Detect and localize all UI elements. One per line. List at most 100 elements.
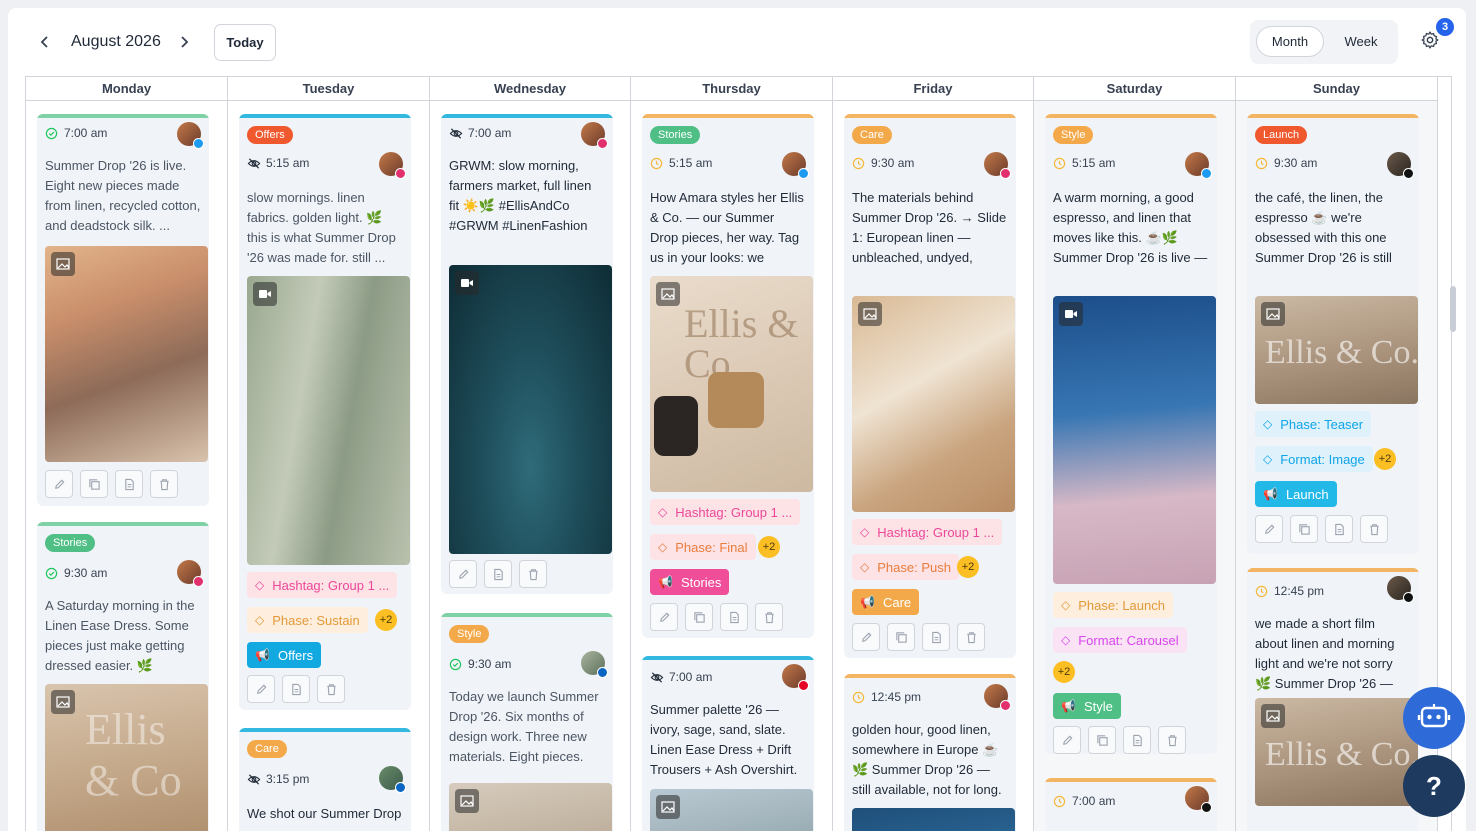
post-image[interactable]: Ellis & Co. (650, 276, 813, 492)
category-badge: Offers (247, 126, 293, 144)
chevron-right-icon[interactable] (172, 30, 196, 54)
post-card[interactable]: Launch 9:30 am the café, the linen, the … (1247, 114, 1419, 554)
post-image[interactable] (45, 246, 208, 462)
edit-icon[interactable] (1053, 726, 1081, 754)
post-card[interactable]: Style 5:15 am A warm morning, a good esp… (1045, 114, 1217, 754)
shoe-shape (654, 396, 698, 456)
post-card[interactable]: Offers 5:15 am slow mornings. linen fabr… (239, 114, 411, 710)
edit-icon[interactable] (852, 623, 880, 651)
post-card[interactable]: 7:00 am Summer Drop '26 is live. Eight n… (37, 114, 209, 506)
day-header-saturday: Saturday (1034, 77, 1236, 101)
assistant-button[interactable] (1403, 687, 1465, 749)
post-image[interactable]: Ellis & Co (45, 684, 208, 831)
post-image[interactable] (852, 296, 1015, 512)
copy-icon[interactable] (887, 623, 915, 651)
category-chip[interactable]: 📢 Launch (1255, 481, 1337, 507)
category-chip[interactable]: 📢 Style (1053, 693, 1121, 719)
more-tags-badge[interactable]: +2 (758, 536, 780, 558)
document-icon[interactable] (922, 623, 950, 651)
post-image[interactable]: Ellis & Co. (1255, 296, 1418, 404)
trash-icon[interactable] (150, 470, 178, 498)
tag-icon: ◇ (1061, 598, 1071, 612)
edit-icon[interactable] (650, 603, 678, 631)
post-text: Summer Drop '26 is live. Eight new piece… (45, 158, 201, 233)
day-column-friday: Care 9:30 am The materials behind Summer… (833, 101, 1034, 831)
tag-icon: ◇ (658, 505, 668, 519)
category-chip[interactable]: 📢 Stories (650, 569, 730, 595)
tag-chip[interactable]: ◇ Phase: Push (852, 554, 959, 580)
trash-icon[interactable] (1360, 515, 1388, 543)
trash-icon[interactable] (317, 675, 345, 703)
trash-icon[interactable] (957, 623, 985, 651)
today-button[interactable]: Today (214, 24, 276, 61)
scrollbar[interactable] (1450, 286, 1456, 332)
post-video[interactable] (247, 276, 410, 565)
post-card[interactable]: Style 9:30 am Today we launch Summer Dro… (441, 613, 613, 831)
tag-chip[interactable]: ◇ Hashtag: Group 1 ... (247, 572, 398, 598)
post-image[interactable] (852, 808, 1015, 831)
post-time: 9:30 am (468, 657, 512, 671)
more-tags-badge[interactable]: +2 (1374, 448, 1396, 470)
chevron-left-icon[interactable] (33, 30, 57, 54)
document-icon[interactable] (720, 603, 748, 631)
post-card[interactable]: 12:45 pm we made a short film about line… (1247, 568, 1419, 831)
tag-chip[interactable]: ◇ Phase: Launch (1053, 592, 1173, 618)
more-tags-badge[interactable]: +2 (375, 609, 397, 631)
document-icon[interactable] (1325, 515, 1353, 543)
help-icon[interactable]: ? (1403, 755, 1465, 817)
post-card[interactable]: 7:00 am GRWM: slow morning, farmers mark… (441, 114, 613, 594)
post-actions (1053, 726, 1186, 754)
tag-chip[interactable]: ◇ Phase: Final (650, 534, 756, 560)
tag-chip[interactable]: ◇ Hashtag: Group 1 ... (852, 519, 1003, 545)
check-circle-icon (45, 567, 58, 580)
edit-icon[interactable] (1255, 515, 1283, 543)
more-tags-badge[interactable]: +2 (1053, 661, 1075, 683)
post-image[interactable]: Ellis & Co. (1255, 698, 1418, 806)
copy-icon[interactable] (1290, 515, 1318, 543)
category-chip[interactable]: 📢 Care (852, 589, 920, 615)
image-icon (51, 690, 75, 714)
post-card[interactable]: 7:00 am Summer palette '26 — ivory, sage… (642, 656, 814, 831)
post-image[interactable] (650, 789, 813, 831)
trash-icon[interactable] (519, 560, 547, 588)
instagram-icon (395, 168, 406, 179)
tag-chip[interactable]: ◇ Phase: Teaser (1255, 411, 1372, 437)
document-icon[interactable] (115, 470, 143, 498)
edit-icon[interactable] (449, 560, 477, 588)
document-icon[interactable] (282, 675, 310, 703)
post-image[interactable] (449, 783, 612, 831)
document-icon[interactable] (484, 560, 512, 588)
image-icon (455, 789, 479, 813)
tag-chip[interactable]: ◇ Phase: Sustain (247, 607, 368, 633)
tag-chip[interactable]: ◇ Format: Image (1255, 446, 1373, 472)
copy-icon[interactable] (80, 470, 108, 498)
trash-icon[interactable] (1158, 726, 1186, 754)
category-chip[interactable]: 📢 Offers (247, 642, 322, 668)
post-card[interactable]: Stories 5:15 am How Amara styles her Ell… (642, 114, 814, 638)
post-actions (45, 470, 178, 498)
post-card[interactable]: Stories 9:30 am A Saturday morning in th… (37, 522, 209, 831)
megaphone-icon: 📢 (1061, 699, 1076, 713)
post-card[interactable]: Care 9:30 am The materials behind Summer… (844, 114, 1016, 658)
more-tags-badge[interactable]: +2 (957, 556, 979, 578)
copy-icon[interactable] (685, 603, 713, 631)
avatar (177, 122, 204, 149)
post-time: 9:30 am (871, 156, 915, 170)
post-card[interactable]: Care 3:15 pm We shot our Summer Drop (239, 728, 411, 831)
edit-icon[interactable] (247, 675, 275, 703)
post-card[interactable]: 7:00 am (1045, 778, 1217, 831)
document-icon[interactable] (1123, 726, 1151, 754)
day-column-thursday: Stories 5:15 am How Amara styles her Ell… (631, 101, 833, 831)
image-icon (858, 302, 882, 326)
tag-chip[interactable]: ◇ Hashtag: Group 1 ... (650, 499, 801, 525)
month-view-button[interactable]: Month (1256, 26, 1324, 57)
post-video[interactable] (1053, 296, 1216, 584)
trash-icon[interactable] (755, 603, 783, 631)
week-view-button[interactable]: Week (1330, 26, 1392, 57)
edit-icon[interactable] (45, 470, 73, 498)
avatar (379, 152, 406, 179)
copy-icon[interactable] (1088, 726, 1116, 754)
post-video[interactable] (449, 265, 612, 554)
tag-chip[interactable]: ◇ Format: Carousel (1053, 627, 1187, 653)
post-card[interactable]: 12:45 pm golden hour, good linen, somewh… (844, 674, 1016, 831)
